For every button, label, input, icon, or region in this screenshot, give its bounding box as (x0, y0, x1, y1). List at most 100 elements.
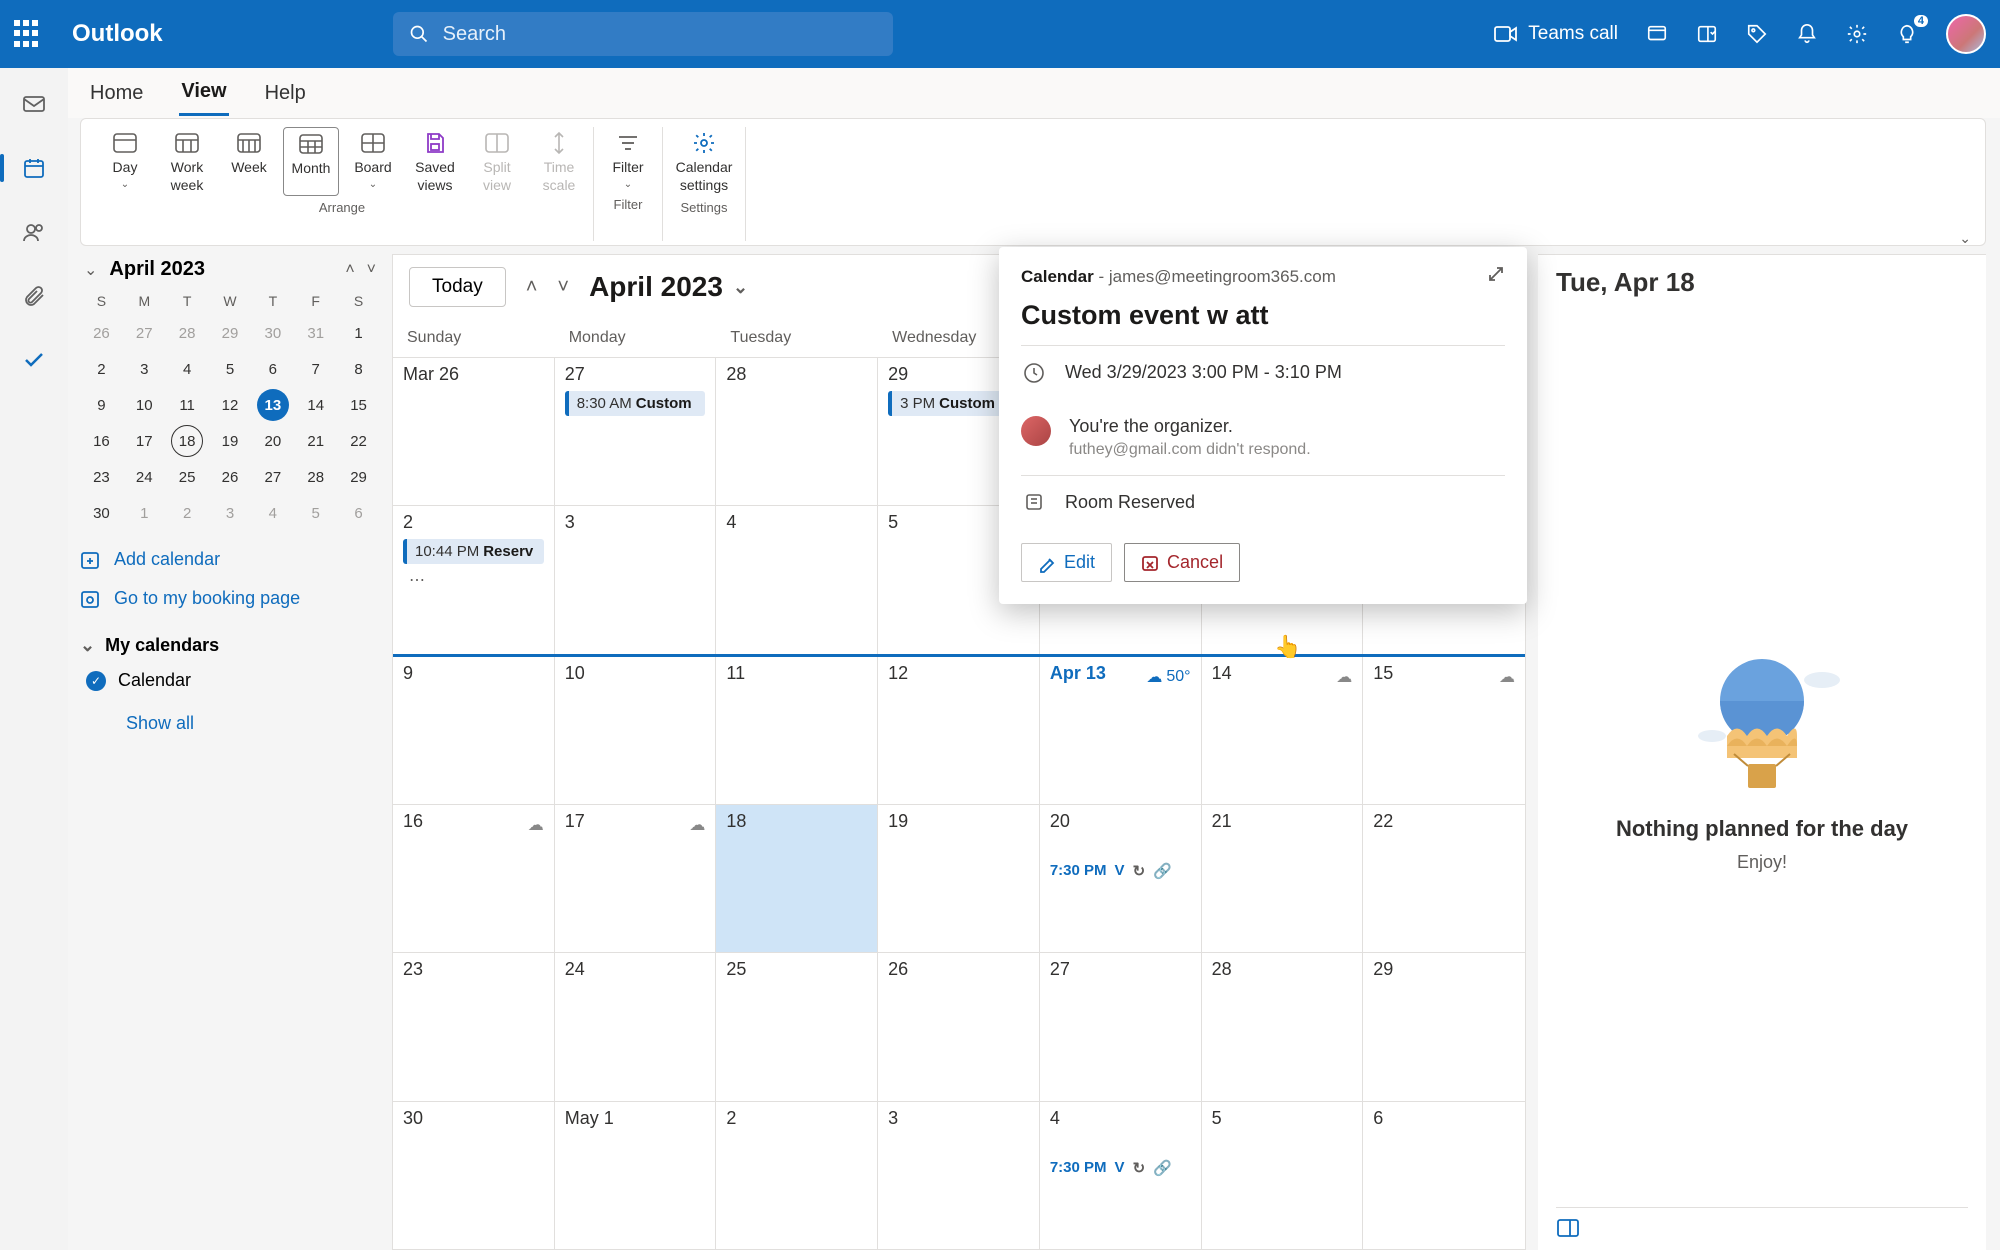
day-cell[interactable]: 27 (1040, 953, 1202, 1100)
mini-cal-day[interactable]: 17 (128, 425, 160, 457)
mini-cal-day[interactable]: 16 (85, 425, 117, 457)
day-cell[interactable]: 9 (393, 657, 555, 804)
mini-cal-day[interactable]: 10 (128, 389, 160, 421)
mini-cal-day[interactable]: 7 (300, 353, 332, 385)
mini-cal-day[interactable]: 6 (257, 353, 289, 385)
meet-now-button[interactable] (1646, 23, 1668, 45)
mini-cal-day[interactable]: 4 (257, 497, 289, 529)
mini-cal-day[interactable]: 28 (171, 317, 203, 349)
my-day-button[interactable] (1696, 23, 1718, 45)
rail-calendar[interactable] (12, 150, 56, 186)
mini-cal-day[interactable]: 11 (171, 389, 203, 421)
calendar-event[interactable]: 7:30 PMV↻🔗 (1050, 1159, 1191, 1177)
popup-edit-button[interactable]: Edit (1021, 543, 1112, 582)
day-cell[interactable]: 15☁ (1363, 657, 1525, 804)
day-cell[interactable]: 4 (716, 506, 878, 653)
my-calendars-header[interactable]: ⌄My calendars (80, 635, 380, 656)
period-title[interactable]: April 2023⌄ (589, 271, 748, 303)
whatsnew-button[interactable]: 4 (1896, 23, 1918, 45)
notifications-button[interactable] (1796, 23, 1818, 45)
mini-cal-day[interactable]: 13 (257, 389, 289, 421)
mini-cal-day[interactable]: 25 (171, 461, 203, 493)
mini-cal-day[interactable]: 31 (300, 317, 332, 349)
day-cell[interactable]: 5 (1202, 1102, 1364, 1249)
search-input[interactable] (443, 23, 877, 46)
day-cell[interactable]: Mar 26 (393, 358, 555, 505)
mini-cal-day[interactable]: 15 (343, 389, 375, 421)
day-cell[interactable]: 25 (716, 953, 878, 1100)
calendar-checkbox[interactable]: ✓ (86, 671, 106, 691)
day-cell[interactable]: 16☁ (393, 805, 555, 952)
settings-button[interactable] (1846, 23, 1868, 45)
day-cell[interactable]: 210:44 PMReserv⋯ (393, 506, 555, 653)
mini-cal-day[interactable]: 28 (300, 461, 332, 493)
mini-cal-day[interactable]: 5 (214, 353, 246, 385)
day-cell[interactable]: 14☁ (1202, 657, 1364, 804)
mini-cal-day[interactable]: 2 (85, 353, 117, 385)
day-cell[interactable]: 21 (1202, 805, 1364, 952)
tab-help[interactable]: Help (263, 72, 308, 115)
nav-collapse-icon[interactable]: ⌄ (84, 260, 97, 280)
day-cell[interactable]: 19 (878, 805, 1040, 952)
mini-cal-day[interactable]: 26 (85, 317, 117, 349)
day-cell[interactable]: 3 (878, 1102, 1040, 1249)
day-cell[interactable]: 26 (878, 953, 1040, 1100)
mini-cal-day[interactable]: 6 (343, 497, 375, 529)
day-cell[interactable]: 2 (716, 1102, 878, 1249)
saved-views-button[interactable]: Saved views (407, 127, 463, 196)
mini-cal-day[interactable]: 23 (85, 461, 117, 493)
day-cell[interactable]: 3 (555, 506, 717, 653)
ribbon-expand-button[interactable]: ⌄ (1959, 230, 1971, 247)
day-cell[interactable]: 278:30 AMCustom (555, 358, 717, 505)
next-period-button[interactable]: ˅ (557, 276, 569, 299)
day-cell[interactable]: 6 (1363, 1102, 1525, 1249)
view-month-button[interactable]: Month (283, 127, 339, 196)
popup-cancel-button[interactable]: Cancel (1124, 543, 1240, 582)
mini-cal-prev[interactable]: ˄ (345, 261, 354, 279)
mini-cal-day[interactable]: 12 (214, 389, 246, 421)
today-button[interactable]: Today (409, 267, 506, 307)
mini-cal-day[interactable]: 4 (171, 353, 203, 385)
mini-cal-day[interactable]: 29 (214, 317, 246, 349)
prev-period-button[interactable]: ˄ (526, 276, 538, 299)
filter-button[interactable]: Filter⌄ (600, 127, 656, 193)
tips-button[interactable] (1746, 23, 1768, 45)
mini-cal-day[interactable]: 24 (128, 461, 160, 493)
mini-cal-title[interactable]: April 2023 (109, 258, 333, 281)
tab-view[interactable]: View (179, 70, 228, 116)
day-cell[interactable]: 11 (716, 657, 878, 804)
calendar-settings-button[interactable]: Calendar settings (669, 127, 739, 196)
tab-home[interactable]: Home (88, 72, 145, 115)
mini-cal-day[interactable]: 3 (128, 353, 160, 385)
day-cell[interactable]: 28 (1202, 953, 1364, 1100)
rail-files[interactable] (12, 278, 56, 314)
day-cell[interactable]: 47:30 PMV↻🔗 (1040, 1102, 1202, 1249)
day-cell[interactable]: 22 (1363, 805, 1525, 952)
day-cell[interactable]: 24 (555, 953, 717, 1100)
mini-cal-day[interactable]: 9 (85, 389, 117, 421)
mini-cal-day[interactable]: 3 (214, 497, 246, 529)
booking-page-link[interactable]: Go to my booking page (80, 588, 380, 609)
add-calendar-link[interactable]: Add calendar (80, 549, 380, 570)
calendar-list-item[interactable]: ✓Calendar (80, 670, 380, 691)
mini-cal-day[interactable]: 26 (214, 461, 246, 493)
search-box[interactable] (393, 12, 893, 56)
view-board-button[interactable]: Board⌄ (345, 127, 401, 196)
day-cell[interactable]: 207:30 PMV↻🔗 (1040, 805, 1202, 952)
day-cell[interactable]: 23 (393, 953, 555, 1100)
rail-mail[interactable] (12, 86, 56, 122)
view-week-button[interactable]: Week (221, 127, 277, 196)
mini-cal-day[interactable]: 20 (257, 425, 289, 457)
mini-cal-day[interactable]: 30 (85, 497, 117, 529)
calendar-event[interactable]: 7:30 PMV↻🔗 (1050, 862, 1191, 880)
calendar-event[interactable]: 10:44 PMReserv (403, 539, 544, 564)
mini-cal-day[interactable]: 27 (128, 317, 160, 349)
popup-expand-button[interactable] (1487, 265, 1505, 288)
mini-cal-next[interactable]: ˅ (367, 261, 376, 279)
more-events[interactable]: ⋯ (403, 570, 544, 590)
mini-cal-day[interactable]: 14 (300, 389, 332, 421)
show-all-link[interactable]: Show all (80, 713, 380, 734)
view-day-button[interactable]: Day⌄ (97, 127, 153, 196)
mini-cal-day[interactable]: 22 (343, 425, 375, 457)
day-cell[interactable]: 17☁ (555, 805, 717, 952)
